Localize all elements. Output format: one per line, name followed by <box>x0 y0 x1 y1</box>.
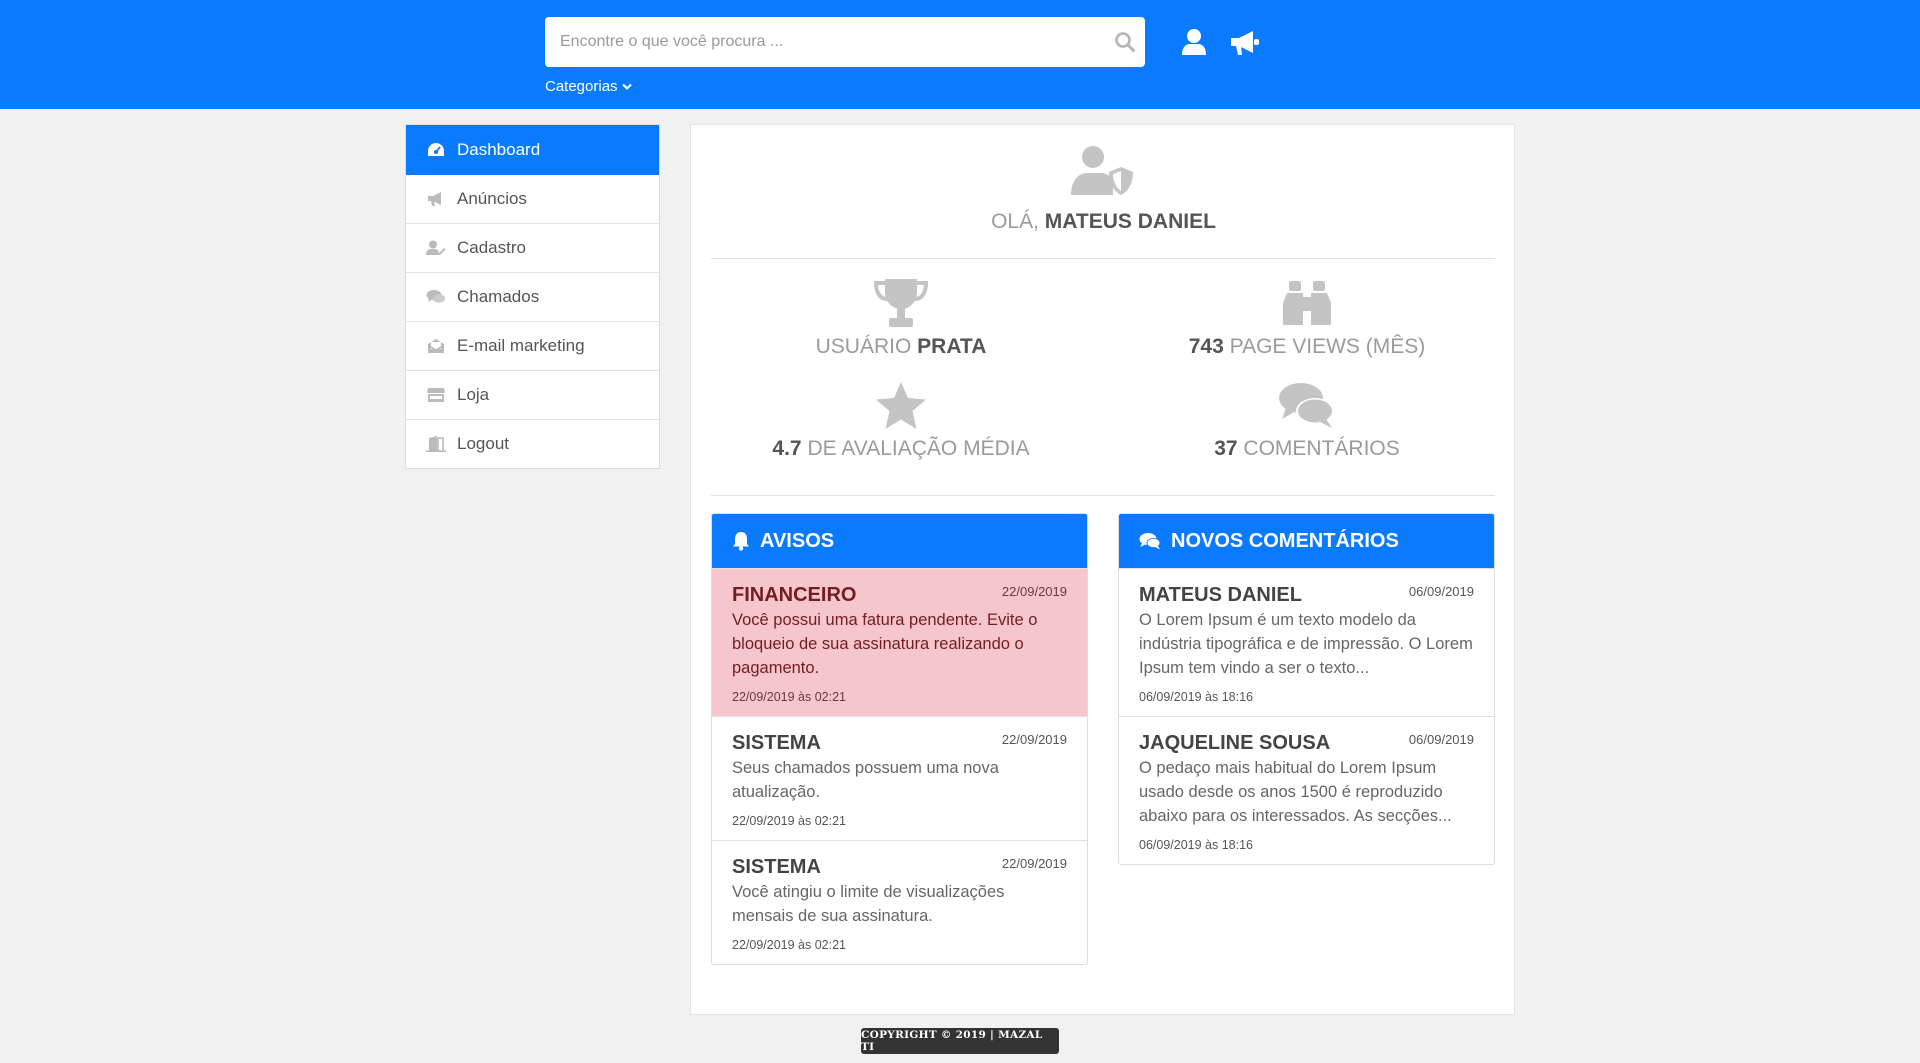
notice-timestamp: 22/09/2019 às 02:21 <box>732 938 846 952</box>
sidebar-item-email-marketing[interactable]: E-mail marketing <box>406 322 659 371</box>
comments-icon <box>426 287 446 307</box>
sidebar-item-label: Loja <box>457 385 490 404</box>
categories-label: Categorias <box>545 78 618 95</box>
sidebar: Dashboard Anúncios Cadastro Chamados E-m… <box>405 124 660 469</box>
bell-icon <box>732 531 750 551</box>
stat-comments-suffix: COMENTÁRIOS <box>1243 437 1400 460</box>
door-exit-icon <box>426 434 446 454</box>
stat-rating-value: 4.7 <box>772 437 802 460</box>
comment-item[interactable]: JAQUELINE SOUSA 06/09/2019 O pedaço mais… <box>1119 716 1494 864</box>
notice-body: Você possui uma fatura pendente. Evite o… <box>732 611 1038 677</box>
divider <box>711 495 1495 496</box>
top-bar: Categorias <box>0 0 1920 109</box>
stat-page-views: 743 PAGE VIEWS (MÊS) <box>1127 277 1487 359</box>
search-icon[interactable] <box>1114 31 1136 53</box>
search-box <box>545 17 1145 67</box>
store-icon <box>426 385 446 405</box>
comments-title: NOVOS COMENTÁRIOS <box>1171 529 1399 552</box>
notice-date: 22/09/2019 <box>1001 584 1067 599</box>
sidebar-item-label: E-mail marketing <box>457 336 585 355</box>
sidebar-item-label: Logout <box>457 434 509 453</box>
greeting-prefix: Olá, <box>991 210 1039 233</box>
avisos-panel: AVISOS FINANCEIRO 22/09/2019 Você possui… <box>711 513 1088 965</box>
notice-item[interactable]: SISTEMA 22/09/2019 Você atingiu o limite… <box>712 840 1087 964</box>
search-input[interactable] <box>545 17 1085 67</box>
notice-timestamp: 22/09/2019 às 02:21 <box>732 690 846 704</box>
dashboard-card: Olá, MATEUS DANIEL USUÁRIO PRATA <box>690 124 1515 1015</box>
user-shield-icon <box>1071 145 1135 197</box>
divider <box>711 258 1495 259</box>
comments-icon <box>1139 532 1161 550</box>
avisos-title: AVISOS <box>760 529 835 552</box>
comment-body: O pedaço mais habitual do Lorem Ipsum us… <box>1139 759 1452 825</box>
envelope-open-icon <box>426 336 446 356</box>
stat-comments-value: 37 <box>1214 437 1238 460</box>
sidebar-item-anuncios[interactable]: Anúncios <box>406 175 659 224</box>
avisos-header: AVISOS <box>712 514 1087 568</box>
megaphone-icon[interactable] <box>1229 28 1261 58</box>
chevron-down-icon <box>621 83 632 91</box>
comment-date: 06/09/2019 <box>1408 732 1474 747</box>
greeting-name: MATEUS DANIEL <box>1044 210 1216 233</box>
comment-body: O Lorem Ipsum é um texto modelo da indús… <box>1139 611 1473 677</box>
user-icon[interactable] <box>1181 28 1207 56</box>
notice-item[interactable]: SISTEMA 22/09/2019 Seus chamados possuem… <box>712 716 1087 840</box>
sidebar-item-chamados[interactable]: Chamados <box>406 273 659 322</box>
comment-date: 06/09/2019 <box>1408 584 1474 599</box>
comment-item[interactable]: MATEUS DANIEL 06/09/2019 O Lorem Ipsum é… <box>1119 568 1494 716</box>
stat-views-suffix: PAGE VIEWS (MÊS) <box>1229 335 1426 358</box>
user-edit-icon <box>426 238 446 258</box>
comments-panel: NOVOS COMENTÁRIOS MATEUS DANIEL 06/09/20… <box>1118 513 1495 865</box>
notice-date: 22/09/2019 <box>1001 732 1067 747</box>
stat-level-value: PRATA <box>917 335 987 358</box>
categories-dropdown[interactable]: Categorias <box>545 78 632 95</box>
sidebar-item-loja[interactable]: Loja <box>406 371 659 420</box>
sidebar-item-cadastro[interactable]: Cadastro <box>406 224 659 273</box>
megaphone-icon <box>426 189 446 209</box>
stat-comments: 37 COMENTÁRIOS <box>1127 381 1487 461</box>
star-icon <box>721 381 1081 431</box>
sidebar-item-label: Anúncios <box>457 189 527 208</box>
comments-icon <box>1127 381 1487 431</box>
dashboard-icon <box>426 140 446 160</box>
binoculars-icon <box>1127 277 1487 329</box>
sidebar-item-label: Dashboard <box>457 139 541 159</box>
sidebar-item-label: Cadastro <box>457 238 526 257</box>
sidebar-item-label: Chamados <box>457 287 540 306</box>
trophy-icon <box>721 277 1081 329</box>
comments-header: NOVOS COMENTÁRIOS <box>1119 514 1494 568</box>
greeting: Olá, MATEUS DANIEL <box>691 210 1516 234</box>
stat-views-value: 743 <box>1188 335 1224 358</box>
comment-timestamp: 06/09/2019 às 18:16 <box>1139 838 1253 852</box>
stat-level-prefix: USUÁRIO <box>815 335 912 358</box>
stat-user-level: USUÁRIO PRATA <box>721 277 1081 359</box>
notice-item[interactable]: FINANCEIRO 22/09/2019 Você possui uma fa… <box>712 568 1087 716</box>
comment-timestamp: 06/09/2019 às 18:16 <box>1139 690 1253 704</box>
notice-body: Você atingiu o limite de visualizações m… <box>732 883 1005 925</box>
stat-rating-suffix: DE AVALIAÇÃO MÉDIA <box>807 437 1030 460</box>
sidebar-item-logout[interactable]: Logout <box>406 420 659 468</box>
copyright-badge: COPYRIGHT © 2019 | MAZAL TI <box>861 1028 1059 1054</box>
sidebar-item-dashboard[interactable]: Dashboard <box>406 125 659 175</box>
notice-date: 22/09/2019 <box>1001 856 1067 871</box>
notice-timestamp: 22/09/2019 às 02:21 <box>732 814 846 828</box>
notice-body: Seus chamados possuem uma nova atualizaç… <box>732 759 999 801</box>
stat-rating: 4.7 DE AVALIAÇÃO MÉDIA <box>721 381 1081 461</box>
